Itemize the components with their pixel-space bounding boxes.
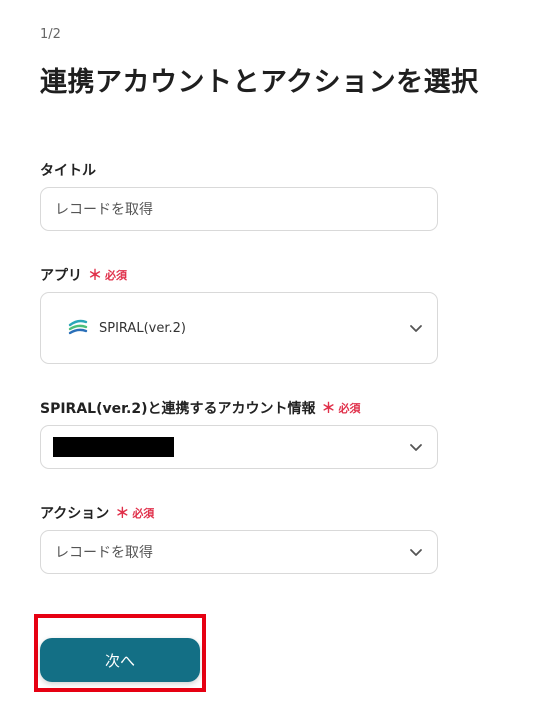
app-name: SPIRAL(ver.2) — [99, 320, 186, 336]
required-text: 必須 — [132, 507, 155, 520]
required-badge: ＊ 必須 — [321, 398, 360, 418]
required-text: 必須 — [338, 402, 361, 415]
chevron-down-icon — [410, 444, 422, 451]
required-asterisk-icon: ＊ — [115, 506, 130, 522]
chevron-down-icon — [410, 325, 422, 332]
title-input-wrapper — [40, 187, 438, 231]
action-select[interactable]: レコードを取得 — [40, 530, 438, 574]
title-label: タイトル — [40, 160, 96, 180]
account-select[interactable] — [40, 425, 438, 469]
page-title: 連携アカウントとアクションを選択 — [40, 67, 479, 98]
required-asterisk-icon: ＊ — [321, 401, 336, 417]
chevron-down-icon — [410, 549, 422, 556]
action-select-value: レコードを取得 — [55, 545, 153, 561]
title-label-text: タイトル — [40, 163, 96, 179]
app-select[interactable]: SPIRAL(ver.2) — [40, 292, 438, 364]
step-indicator: 1/2 — [40, 27, 61, 42]
redacted-account-value — [53, 437, 174, 457]
required-badge: ＊ 必須 — [115, 503, 154, 523]
next-button[interactable]: 次へ — [40, 638, 200, 682]
app-select-value: SPIRAL(ver.2) — [41, 317, 437, 339]
account-label: SPIRAL(ver.2)と連携するアカウント情報 ＊ 必須 — [40, 398, 360, 418]
title-input[interactable] — [41, 188, 437, 230]
action-label-text: アクション — [40, 506, 110, 522]
account-label-text: SPIRAL(ver.2)と連携するアカウント情報 — [40, 401, 316, 417]
app-label: アプリ ＊ 必須 — [40, 265, 127, 285]
action-label: アクション ＊ 必須 — [40, 503, 154, 523]
app-label-text: アプリ — [40, 268, 82, 284]
required-badge: ＊ 必須 — [88, 265, 127, 285]
spiral-logo-icon — [68, 319, 88, 335]
required-text: 必須 — [105, 269, 127, 282]
required-asterisk-icon: ＊ — [88, 268, 102, 284]
